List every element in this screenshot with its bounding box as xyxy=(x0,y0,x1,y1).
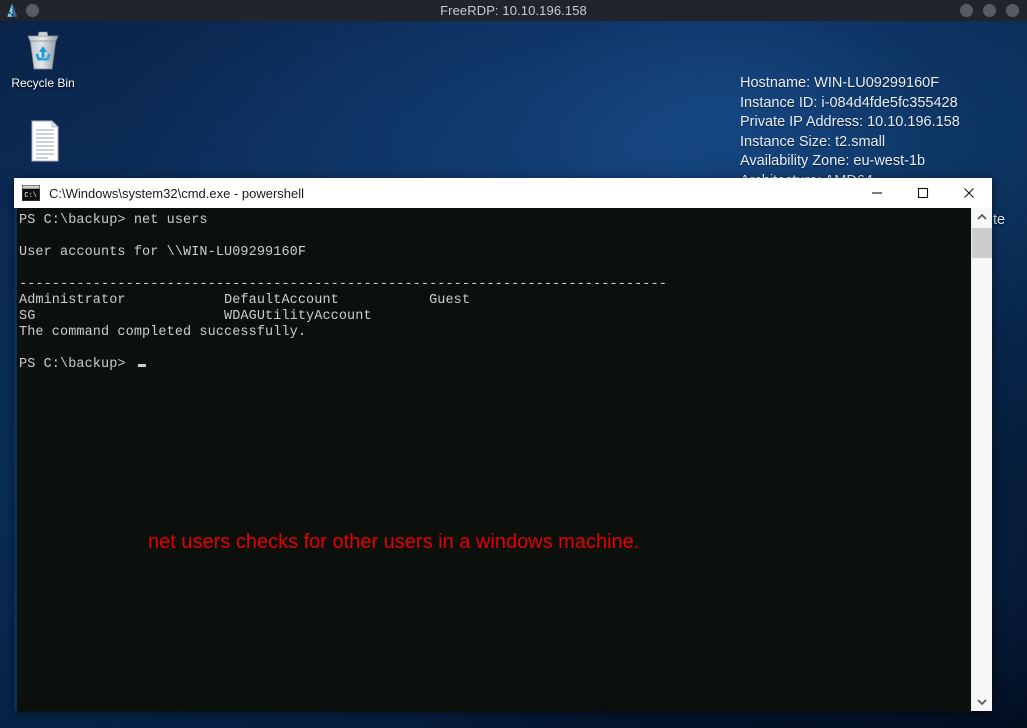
cmd-titlebar[interactable]: C:\ C:\Windows\system32\cmd.exe - powers… xyxy=(14,178,992,208)
sysinfo-hostname: Hostname: WIN-LU09299160F xyxy=(740,75,940,91)
sysinfo-instance-id: Instance ID: i-084d4fde5fc355428 xyxy=(740,94,958,111)
close-dot-button[interactable] xyxy=(1006,4,1019,17)
desktop-edge-text: te xyxy=(993,212,1006,228)
console-left-edge xyxy=(14,208,17,711)
document-icon xyxy=(20,119,66,163)
scrollbar-up-button[interactable] xyxy=(972,208,992,226)
cmd-minimize-button[interactable] xyxy=(854,178,900,208)
console-scrollbar[interactable] xyxy=(971,208,992,711)
minimize-dot-button[interactable] xyxy=(960,4,973,17)
cmd-maximize-button[interactable] xyxy=(900,178,946,208)
sysinfo-instance-size: Instance Size: t2.small xyxy=(740,133,886,150)
cmd-window[interactable]: C:\ C:\Windows\system32\cmd.exe - powers… xyxy=(14,178,992,711)
cmd-console-area[interactable]: PS C:\backup> net users User accounts fo… xyxy=(14,208,992,711)
console-cursor xyxy=(137,364,146,367)
cmd-close-button[interactable] xyxy=(946,178,992,208)
freerdp-menu-dot-button[interactable] xyxy=(26,4,39,17)
desktop-icon-recycle-bin[interactable]: Recycle Bin xyxy=(4,29,82,90)
freerdp-title: FreeRDP: 10.10.196.158 xyxy=(440,3,587,18)
freerdp-logo-icon xyxy=(6,3,19,18)
freerdp-titlebar: FreeRDP: 10.10.196.158 xyxy=(0,0,1027,21)
desktop-icon-text-document[interactable] xyxy=(4,119,82,166)
freerdp-window: FreeRDP: 10.10.196.158 Recycle Bin Hostn… xyxy=(0,0,1027,728)
scrollbar-thumb[interactable] xyxy=(972,228,992,258)
freerdp-window-controls xyxy=(960,0,1019,21)
windows-desktop[interactable]: Recycle Bin Hostname: WIN-LU09299160F In… xyxy=(0,21,1027,728)
svg-text:C:\: C:\ xyxy=(24,192,37,200)
recycle-bin-icon xyxy=(20,29,66,73)
annotation-text: net users checks for other users in a wi… xyxy=(148,531,640,553)
cmd-icon: C:\ xyxy=(22,185,40,201)
desktop-icon-label: Recycle Bin xyxy=(11,76,75,90)
sysinfo-private-ip: Private IP Address: 10.10.196.158 xyxy=(740,114,960,130)
scrollbar-down-button[interactable] xyxy=(972,693,992,711)
cmd-title: C:\Windows\system32\cmd.exe - powershell xyxy=(49,185,305,201)
console-output: PS C:\backup> net users User accounts fo… xyxy=(19,213,667,372)
maximize-dot-button[interactable] xyxy=(983,4,996,17)
freerdp-titlebar-left-controls xyxy=(6,0,39,21)
sysinfo-availability-zone: Availability Zone: eu-west-1b xyxy=(740,153,926,169)
